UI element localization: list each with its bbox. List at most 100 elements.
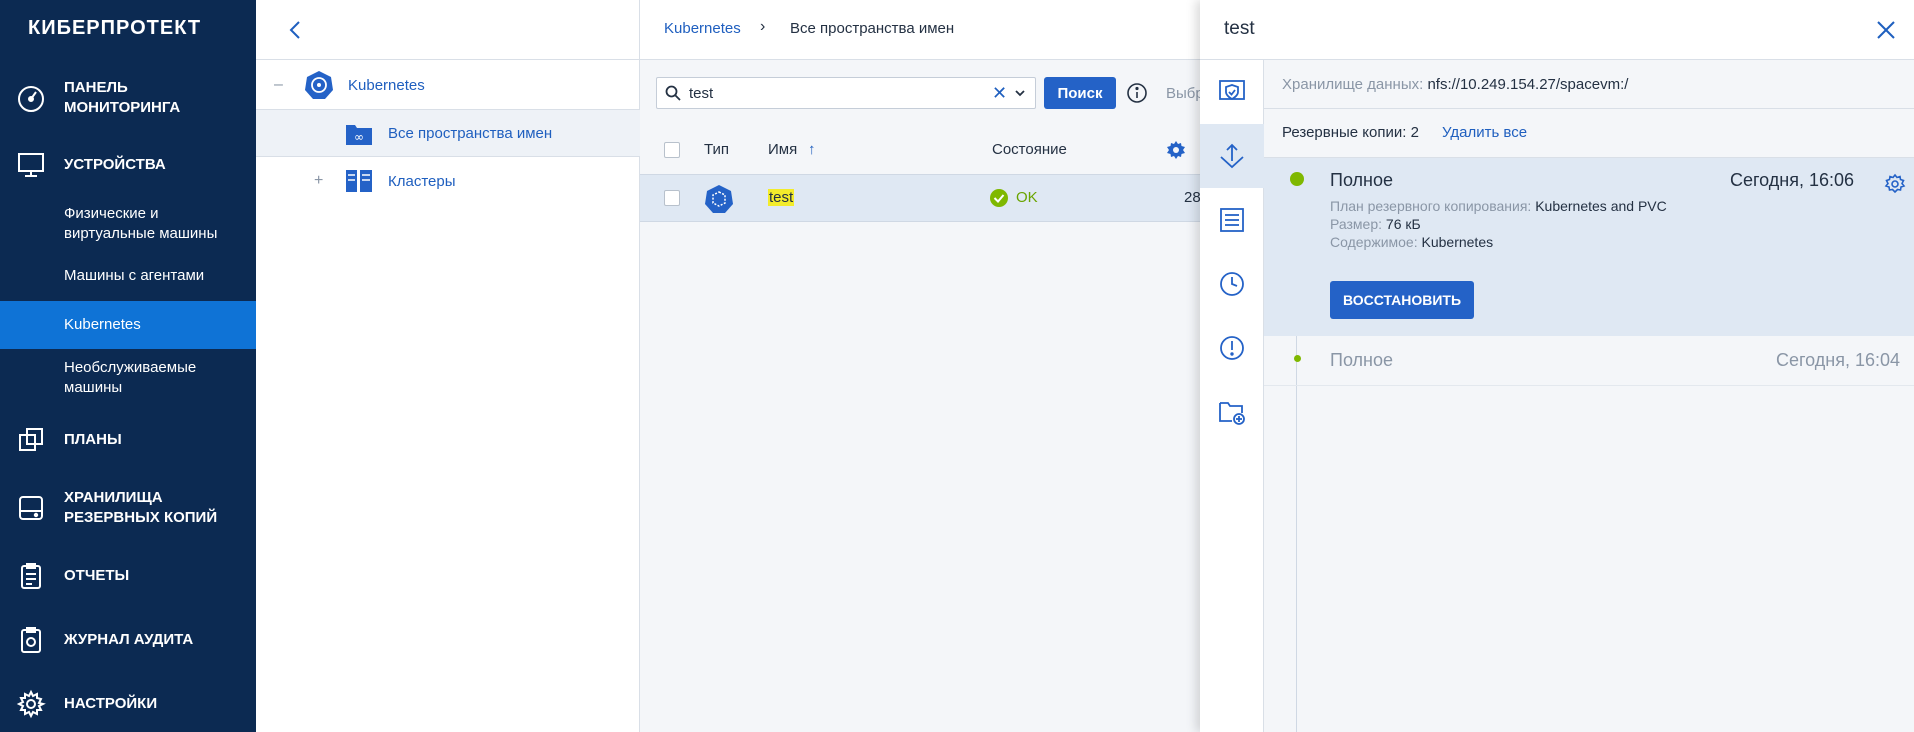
meta-label: Содержимое: bbox=[1330, 234, 1418, 250]
nav-label: НАСТРОЙКИ bbox=[64, 695, 158, 712]
breadcrumb-root-link[interactable]: Kubernetes bbox=[664, 20, 741, 37]
nav-sub-kubernetes[interactable]: Kubernetes bbox=[0, 301, 256, 349]
dashboard-icon bbox=[16, 83, 46, 113]
select-all-checkbox[interactable] bbox=[664, 142, 680, 158]
storage-value: nfs://10.249.154.27/spacevm:/ bbox=[1427, 76, 1629, 93]
backup-time: Сегодня, 16:04 bbox=[1776, 350, 1901, 370]
close-icon[interactable] bbox=[1874, 18, 1898, 42]
clear-search-icon[interactable]: ✕ bbox=[992, 83, 1007, 104]
backup-size: Размер: 76 кБ bbox=[1330, 216, 1421, 232]
table-row[interactable]: test OK 28 bbox=[640, 174, 1201, 222]
details-title: test bbox=[1224, 18, 1255, 39]
nav-sub-unmanaged[interactable]: Необслуживаемые машины bbox=[0, 358, 256, 400]
meta-value: Kubernetes bbox=[1421, 234, 1494, 250]
clusters-icon bbox=[344, 166, 374, 196]
tab-recovery[interactable] bbox=[1200, 124, 1264, 188]
breadcrumb: Kubernetes › Все пространства имен bbox=[640, 0, 1200, 60]
nav-sub-label: Kubernetes bbox=[64, 316, 141, 333]
collapse-toggle[interactable]: – bbox=[274, 76, 283, 94]
row-extra-value: 28 bbox=[1184, 189, 1201, 206]
storage-info: Хранилище данных: nfs://10.249.154.27/sp… bbox=[1282, 76, 1628, 93]
tab-add-folder[interactable] bbox=[1200, 380, 1264, 444]
check-circle-icon bbox=[990, 189, 1008, 207]
info-icon[interactable] bbox=[1126, 82, 1148, 104]
gear-icon[interactable] bbox=[1884, 173, 1906, 195]
nav-devices[interactable]: УСТРОЙСТВА bbox=[0, 150, 256, 180]
tree-item-all-namespaces[interactable]: ∞ Все пространства имен bbox=[256, 109, 640, 157]
nav-sub-physical-virtual[interactable]: Физические и виртуальные машины bbox=[0, 204, 256, 246]
row-status: OK bbox=[1016, 189, 1038, 206]
delete-all-link[interactable]: Удалить все bbox=[1442, 124, 1527, 141]
storage-label: Хранилище данных: bbox=[1282, 76, 1424, 93]
nav-sub-label: Необслуживаемые машины bbox=[64, 359, 197, 396]
tree-header bbox=[256, 0, 639, 60]
nav-label: УСТРОЙСТВА bbox=[64, 156, 166, 173]
backups-content: Хранилище данных: nfs://10.249.154.27/sp… bbox=[1264, 60, 1914, 732]
backup-item[interactable]: Полное Сегодня, 16:04 bbox=[1264, 336, 1914, 386]
tree-item-label: Кластеры bbox=[388, 172, 456, 190]
tree-item-clusters[interactable]: + Кластеры bbox=[256, 157, 640, 205]
nav-sub-agents[interactable]: Машины с агентами bbox=[0, 266, 256, 286]
tab-details[interactable] bbox=[1200, 188, 1264, 252]
folder-add-icon bbox=[1219, 402, 1245, 425]
backup-item-selected[interactable]: Полное Сегодня, 16:06 План резервного ко… bbox=[1264, 158, 1914, 336]
tab-alerts[interactable] bbox=[1200, 316, 1264, 380]
back-arrow-icon[interactable] bbox=[284, 18, 308, 42]
alert-icon bbox=[1220, 336, 1244, 360]
restore-button[interactable]: ВОССТАНОВИТЬ bbox=[1330, 281, 1474, 319]
kubernetes-icon bbox=[304, 70, 334, 100]
tab-protection[interactable] bbox=[1200, 60, 1264, 124]
header-type[interactable]: Тип bbox=[704, 141, 729, 158]
nav-label: ХРАНИЛИЩА РЕЗЕРВНЫХ КОПИЙ bbox=[64, 489, 218, 526]
sort-arrow-icon[interactable]: ↑ bbox=[808, 141, 816, 158]
nav-reports[interactable]: ОТЧЕТЫ bbox=[0, 561, 256, 591]
nav-settings[interactable]: НАСТРОЙКИ bbox=[0, 689, 256, 719]
clock-icon bbox=[1220, 272, 1244, 296]
sidebar: КИБЕРПРОТЕКТ ПАНЕЛЬ МОНИТОРИНГА УСТРОЙСТ… bbox=[0, 0, 256, 732]
logo: КИБЕРПРОТЕКТ bbox=[28, 17, 202, 39]
nav-storages[interactable]: ХРАНИЛИЩА РЕЗЕРВНЫХ КОПИЙ bbox=[0, 488, 256, 528]
backup-content: Содержимое: Kubernetes bbox=[1330, 234, 1493, 250]
nav-label: ОТЧЕТЫ bbox=[64, 567, 130, 584]
nav-audit[interactable]: ЖУРНАЛ АУДИТА bbox=[0, 625, 256, 655]
shield-monitor-icon bbox=[1219, 80, 1245, 101]
svg-text:∞: ∞ bbox=[354, 130, 364, 144]
select-text[interactable]: Выбр bbox=[1166, 85, 1204, 102]
nav-label: ПЛАНЫ bbox=[64, 431, 122, 448]
gear-icon bbox=[16, 689, 46, 719]
nav-sub-label: Машины с агентами bbox=[64, 267, 205, 284]
search-icon bbox=[665, 85, 681, 101]
tree-item-kubernetes[interactable]: – Kubernetes bbox=[256, 61, 640, 109]
timeline-dot bbox=[1290, 172, 1304, 186]
backup-type: Полное bbox=[1330, 170, 1394, 190]
row-name[interactable]: test bbox=[768, 189, 795, 206]
details-panel: test Хранилище данных: nfs://10.249.154.… bbox=[1200, 0, 1914, 732]
header-state[interactable]: Состояние bbox=[992, 141, 1067, 158]
recovery-icon bbox=[1220, 143, 1244, 169]
gear-icon[interactable] bbox=[1166, 140, 1186, 160]
search-input[interactable] bbox=[689, 82, 969, 104]
tree-item-label: Все пространства имен bbox=[388, 124, 553, 142]
header-name[interactable]: Имя bbox=[768, 141, 797, 158]
search-button[interactable]: Поиск bbox=[1044, 77, 1116, 109]
backup-time: Сегодня, 16:06 bbox=[1730, 170, 1855, 190]
nav-label: ПАНЕЛЬ МОНИТОРИНГА bbox=[64, 79, 181, 116]
backups-count: Резервные копии: 2 bbox=[1282, 124, 1419, 141]
breadcrumb-separator: › bbox=[760, 18, 766, 35]
backup-type: Полное bbox=[1330, 350, 1394, 370]
tree-panel: – Kubernetes ∞ Все пространства имен + К… bbox=[256, 0, 640, 732]
search-box: ✕ bbox=[656, 77, 1036, 109]
reports-icon bbox=[16, 561, 46, 591]
meta-label: Размер: bbox=[1330, 216, 1383, 232]
plans-icon bbox=[16, 425, 46, 455]
nav-dashboard[interactable]: ПАНЕЛЬ МОНИТОРИНГА bbox=[0, 78, 256, 118]
expand-toggle[interactable]: + bbox=[314, 172, 323, 190]
tab-activities[interactable] bbox=[1200, 252, 1264, 316]
chevron-down-icon[interactable] bbox=[1014, 87, 1026, 99]
namespace-folder-icon: ∞ bbox=[344, 119, 374, 149]
backup-plan: План резервного копирования: Kubernetes … bbox=[1330, 198, 1667, 214]
row-checkbox[interactable] bbox=[664, 190, 680, 206]
meta-value: 76 кБ bbox=[1385, 216, 1421, 232]
nav-plans[interactable]: ПЛАНЫ bbox=[0, 425, 256, 455]
meta-value: Kubernetes and PVC bbox=[1535, 198, 1667, 214]
